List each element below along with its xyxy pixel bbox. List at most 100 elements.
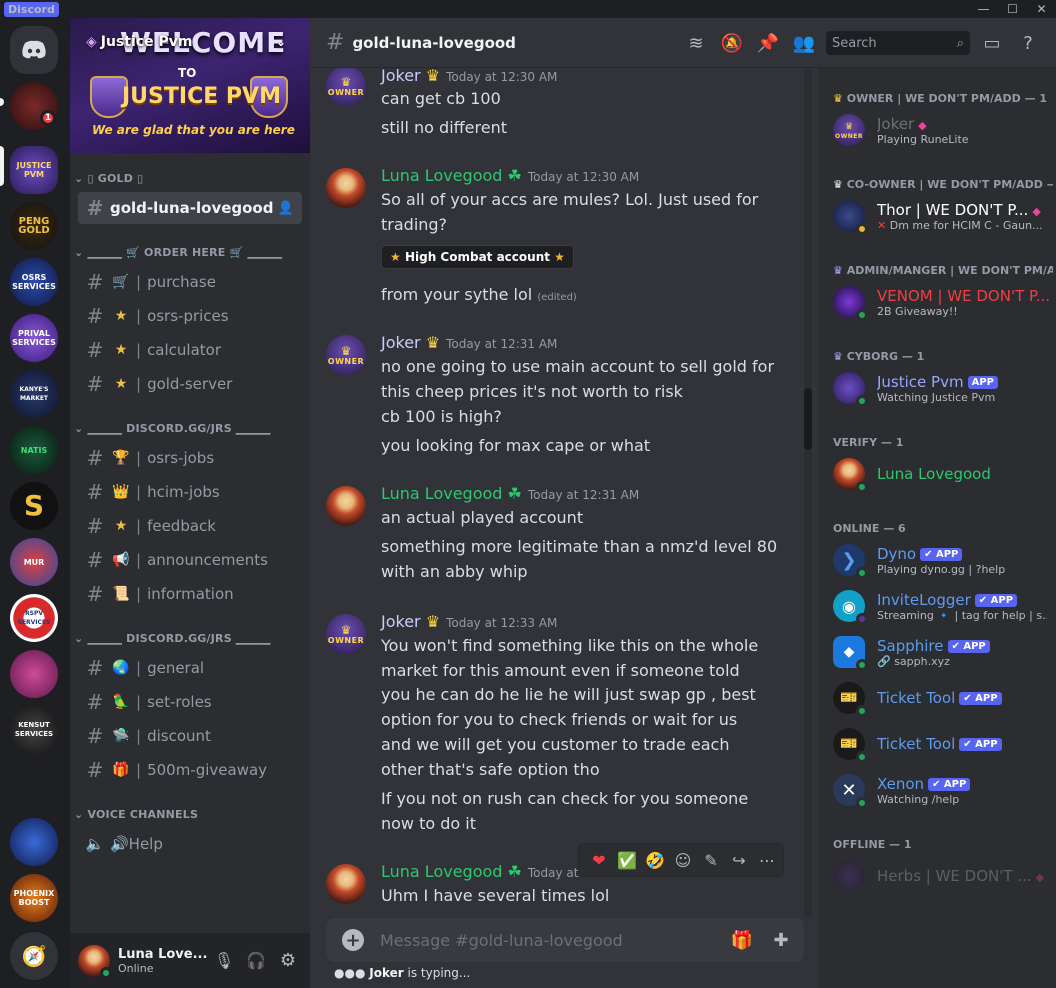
member-ticket-tool-1[interactable]: 🎫 Ticket Tool ✔ APP: [833, 676, 1053, 720]
member-dyno[interactable]: ❯ Dyno ✔ APP Playing dyno.gg | ?help: [833, 538, 1053, 582]
message-author[interactable]: Luna Lovegood ☘ Today at 12:30 AM: [381, 166, 639, 185]
channel-osrs-jobs[interactable]: # 🏆 | osrs-jobs: [78, 442, 302, 474]
category-voice[interactable]: ⌄ VOICE CHANNELS: [74, 808, 198, 821]
help-icon[interactable]: ?: [1010, 33, 1046, 54]
channel-500m-giveaway[interactable]: # 🎁 | 500m-giveaway: [78, 754, 302, 786]
heart-reaction-icon[interactable]: ❤: [585, 851, 613, 870]
members-icon[interactable]: 👥: [786, 33, 822, 54]
avatar[interactable]: [78, 944, 112, 979]
apps-icon[interactable]: ✚: [758, 918, 804, 962]
message-author[interactable]: Luna Lovegood ☘ Today at 12:31 AM: [381, 484, 639, 503]
message-author[interactable]: Joker ♛ Today at 12:30 AM: [381, 66, 557, 85]
avatar[interactable]: ♛ OWNER: [326, 335, 366, 375]
member-activity: ✕ Dm me for HCIM C - Gaun...: [877, 219, 1047, 232]
role-mention[interactable]: ★ High Combat account ★: [381, 245, 574, 269]
add-member-icon[interactable]: 👤: [278, 201, 294, 216]
scrollbar-thumb[interactable]: [804, 388, 812, 450]
avatar[interactable]: [326, 486, 366, 526]
inbox-icon[interactable]: ▭: [974, 33, 1010, 54]
plus-icon[interactable]: +: [342, 929, 364, 951]
avatar[interactable]: [326, 168, 366, 208]
pin-icon[interactable]: 📌: [750, 33, 786, 54]
channel-general[interactable]: # 🌏 | general: [78, 652, 302, 684]
member-name-text: Thor | WE DON'T P...: [877, 200, 1029, 219]
channel-hcim-jobs[interactable]: # 👑 | hcim-jobs: [78, 476, 302, 508]
verified-app-tag: ✔ APP: [959, 692, 1002, 705]
minimize-icon[interactable]: —: [969, 0, 998, 18]
member-sapphire[interactable]: ◆ Sapphire ✔ APP 🔗 sapph.xyz: [833, 630, 1053, 674]
microphone-icon[interactable]: 🎙: [208, 951, 240, 970]
search-icon: ⌕: [956, 35, 964, 51]
member-luna-lovegood[interactable]: Luna Lovegood: [833, 452, 1053, 496]
server-icon-kensut[interactable]: KENSUT SERVICES: [10, 706, 58, 754]
channel-gold-server[interactable]: # ★ | gold-server: [78, 368, 302, 400]
explore-icon[interactable]: 🧭: [10, 932, 58, 980]
server-icon-osrs[interactable]: OSRS SERVICES: [10, 258, 58, 306]
reply-icon[interactable]: ↪: [725, 851, 753, 870]
server-icon-peng[interactable]: PENG GOLD: [10, 202, 58, 250]
channel-feedback[interactable]: # ★ | feedback: [78, 510, 302, 542]
search-input[interactable]: Search ⌕: [826, 31, 970, 55]
gift-icon[interactable]: 🎁: [722, 930, 762, 951]
channel-set-roles[interactable]: # 🦜 | set-roles: [78, 686, 302, 718]
server-name-button[interactable]: ◈ Justice Pvm ⌄: [86, 34, 286, 50]
channel-calculator[interactable]: # ★ | calculator: [78, 334, 302, 366]
headphones-icon[interactable]: 🎧: [240, 951, 272, 970]
mute-bell-icon[interactable]: 🔕: [714, 33, 750, 54]
avatar[interactable]: ♛ OWNER: [326, 66, 366, 106]
gear-icon[interactable]: ⚙: [272, 950, 304, 971]
scrollbar-track[interactable]: [804, 68, 812, 918]
member-ticket-tool-2[interactable]: 🎫 Ticket Tool ✔ APP: [833, 722, 1053, 766]
message-composer[interactable]: + Message #gold-luna-lovegood 🎁 ☺: [326, 918, 802, 962]
server-icon-mur[interactable]: MUR: [10, 538, 58, 586]
message-input[interactable]: Message #gold-luna-lovegood: [380, 931, 722, 950]
user-info[interactable]: Luna Love... Online: [118, 947, 208, 975]
channel-purchase[interactable]: # 🛒 | purchase: [78, 266, 302, 298]
author-name: Luna Lovegood: [381, 166, 503, 185]
category-jrs-1[interactable]: ⌄ ▁▁▁▁ DISCORD.GG/JRS ▁▁▁▁: [74, 422, 271, 435]
member-name: Herbs | WE DON'T ... ◆: [877, 867, 1044, 885]
member-herbs[interactable]: Herbs | WE DON'T ... ◆: [833, 854, 1053, 898]
server-icon-phoenix[interactable]: PHOENIX BOOST: [10, 874, 58, 922]
threads-icon[interactable]: ≋: [678, 33, 714, 54]
add-reaction-icon[interactable]: ☺: [669, 851, 697, 870]
avatar[interactable]: [326, 864, 366, 904]
member-venom[interactable]: VENOM | WE DON'T P... 2B Giveaway!!: [833, 280, 1053, 324]
channel-label: 🔊Help: [110, 835, 163, 853]
check-reaction-icon[interactable]: ✅: [613, 851, 641, 870]
category-order[interactable]: ⌄ ▁▁▁▁ 🛒 ORDER HERE 🛒 ▁▁▁▁: [74, 246, 282, 259]
server-icon-z[interactable]: [10, 762, 58, 810]
close-icon[interactable]: ✕: [1027, 0, 1056, 18]
member-invitelogger[interactable]: ◉ InviteLogger ✔ APP Streaming 🔹 | tag for…: [833, 584, 1053, 628]
member-thor[interactable]: Thor | WE DON'T P... ◆ ✕ Dm me for HCIM C …: [833, 194, 1053, 238]
server-icon-justice[interactable]: JUSTICE PVM: [10, 146, 58, 194]
server-icon-santa[interactable]: [10, 650, 58, 698]
server-icon-rspv[interactable]: RSPV SERVICES: [10, 594, 58, 642]
category-gold[interactable]: ⌄ ▯ GOLD ▯: [74, 172, 143, 185]
more-options-icon[interactable]: ⋯: [753, 851, 781, 870]
maximize-icon[interactable]: ☐: [998, 0, 1027, 18]
notification-badge: 1: [40, 110, 56, 126]
server-icon-prival[interactable]: PRIVAL SERVICES: [10, 314, 58, 362]
channel-discount[interactable]: # 🛸 | discount: [78, 720, 302, 752]
member-xenon[interactable]: ✕ Xenon ✔ APP Watching /help: [833, 768, 1053, 812]
server-icon-s[interactable]: S: [10, 482, 58, 530]
voice-channel-help[interactable]: 🔈 🔊Help: [78, 828, 302, 860]
server-icon-kanye[interactable]: KANYE'S MARKET: [10, 370, 58, 418]
member-justice-pvm[interactable]: Justice Pvm APP Watching Justice Pvm: [833, 366, 1053, 410]
group-label: ADMIN/MANGER | WE DON'T PM/A: [846, 264, 1053, 277]
channel-osrs-prices[interactable]: # ★ | osrs-prices: [78, 300, 302, 332]
member-joker[interactable]: ♛ OWNER Joker ◆ Playing RuneLite: [833, 108, 1053, 152]
channel-announcements[interactable]: # 📢 | announcements: [78, 544, 302, 576]
message-author[interactable]: Joker ♛ Today at 12:33 AM: [381, 612, 557, 631]
edit-icon[interactable]: ✎: [697, 851, 725, 870]
laugh-reaction-icon[interactable]: 🤣: [641, 851, 669, 870]
discord-home-icon[interactable]: [10, 26, 58, 74]
server-icon-a[interactable]: [10, 818, 58, 866]
category-jrs-2[interactable]: ⌄ ▁▁▁▁ DISCORD.GG/JRS ▁▁▁▁: [74, 632, 271, 645]
channel-gold-luna-lovegood[interactable]: # gold-luna-lovegood 👤: [78, 192, 302, 224]
message-author[interactable]: Joker ♛ Today at 12:31 AM: [381, 333, 557, 352]
channel-information[interactable]: # 📜 | information: [78, 578, 302, 610]
server-icon-natis[interactable]: NATIS: [10, 426, 58, 474]
avatar[interactable]: ♛ OWNER: [326, 614, 366, 654]
